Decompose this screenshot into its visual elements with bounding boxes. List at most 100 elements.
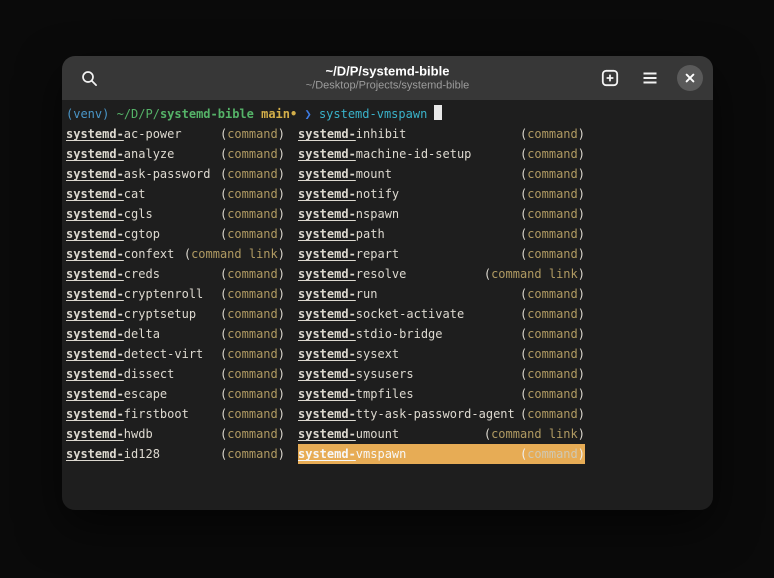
venv-indicator: (venv) [66,107,109,121]
completion-annotation-word: command [527,207,578,221]
completion-item-systemd-ask-password[interactable]: systemd-ask-password(command) [66,164,285,184]
completion-item-systemd-stdio-bridge[interactable]: systemd-stdio-bridge(command) [298,324,585,344]
completion-item-systemd-cryptenroll[interactable]: systemd-cryptenroll(command) [66,284,285,304]
completion-item-systemd-sysext[interactable]: systemd-sysext (command) [298,344,585,364]
completion-annotation-word: command [227,307,278,321]
completion-annotation: (command) [520,384,585,404]
completion-name: systemd-tmpfiles [298,384,414,404]
completion-item-systemd-machine-id-setup[interactable]: systemd-machine-id-setup(command) [298,144,585,164]
completion-annotation-word: command [227,227,278,241]
completion-item-systemd-creds[interactable]: systemd-creds(command) [66,264,285,284]
completion-prefix: systemd- [298,187,356,201]
menu-button[interactable] [633,61,667,95]
completion-name: systemd-machine-id-setup [298,144,471,164]
completion-annotation-word: command [527,327,578,341]
completion-prefix: systemd- [298,387,356,401]
completion-item-systemd-repart[interactable]: systemd-repart(command) [298,244,585,264]
completion-item-systemd-socket-activate[interactable]: systemd-socket-activate(command) [298,304,585,324]
completion-annotation-word: command link [491,427,578,441]
completion-name: systemd-nspawn [298,204,399,224]
completion-prefix: systemd- [66,287,124,301]
new-tab-icon [601,69,619,87]
completion-annotation-word: command [527,407,578,421]
completion-item-systemd-inhibit[interactable]: systemd-inhibit(command) [298,124,585,144]
terminal-content[interactable]: (venv) ~/D/P/systemd-bible main• ❯ syste… [62,100,713,510]
completion-annotation-word: command [227,367,278,381]
completion-annotation: (command) [520,284,585,304]
completion-item-systemd-path[interactable]: systemd-path(command) [298,224,585,244]
completion-name: systemd-notify [298,184,399,204]
completion-item-systemd-firstboot[interactable]: systemd-firstboot(command) [66,404,285,424]
completion-annotation: (command) [220,304,285,324]
completion-prefix: systemd- [66,247,124,261]
completion-annotation: (command) [520,344,585,364]
completion-annotation: (command link) [184,244,285,264]
completion-prefix: systemd- [66,207,124,221]
completion-annotation: (command) [520,444,585,464]
completion-item-systemd-cat[interactable]: systemd-cat(command) [66,184,285,204]
completion-prefix: systemd- [298,327,356,341]
completion-name: systemd-resolve [298,264,406,284]
completion-name: systemd-sysext [298,344,399,364]
completion-item-systemd-mount[interactable]: systemd-mount(command) [298,164,585,184]
completion-item-systemd-resolve[interactable]: systemd-resolve(command link) [298,264,585,284]
completion-item-systemd-run[interactable]: systemd-run (command) [298,284,585,304]
completion-name: systemd-run [298,284,377,304]
completion-annotation-word: command [527,287,578,301]
completion-annotation: (command) [220,384,285,404]
completion-annotation: (command) [220,364,285,384]
completion-name: systemd-confext [66,244,174,264]
completion-name: systemd-repart [298,244,399,264]
completion-name: systemd-cryptenroll [66,284,203,304]
completion-item-systemd-notify[interactable]: systemd-notify(command) [298,184,585,204]
completion-name: systemd-cgls [66,204,153,224]
completion-item-systemd-detect-virt[interactable]: systemd-detect-virt(command) [66,344,285,364]
completion-item-systemd-sysusers[interactable]: systemd-sysusers(command) [298,364,585,384]
window-subtitle: ~/Desktop/Projects/systemd-bible [306,80,470,93]
completion-prefix: systemd- [66,327,124,341]
completion-item-systemd-cgtop[interactable]: systemd-cgtop(command) [66,224,285,244]
close-button[interactable] [677,65,703,91]
completion-item-systemd-id128[interactable]: systemd-id128(command) [66,444,285,464]
completion-item-systemd-analyze[interactable]: systemd-analyze(command) [66,144,285,164]
completion-annotation-word: command [527,187,578,201]
git-branch: main• [261,107,297,121]
completion-prefix: systemd- [66,187,124,201]
completion-annotation-word: command [227,387,278,401]
completion-item-systemd-tty-ask-password-agent[interactable]: systemd-tty-ask-password-agent(command) [298,404,585,424]
completion-prefix: systemd- [66,387,124,401]
search-button[interactable] [72,61,106,95]
completion-name: systemd-dissect [66,364,174,384]
completion-item-systemd-cgls[interactable]: systemd-cgls(command) [66,204,285,224]
completion-item-systemd-cryptsetup[interactable]: systemd-cryptsetup(command) [66,304,285,324]
desktop: { "titlebar": { "title": "~/D/P/systemd-… [0,0,774,578]
completion-prefix: systemd- [66,347,124,361]
completion-annotation-word: command [527,347,578,361]
completion-annotation: (command) [520,224,585,244]
completion-item-systemd-nspawn[interactable]: systemd-nspawn(command) [298,204,585,224]
completion-prefix: systemd- [298,427,356,441]
titlebar-actions [593,61,703,95]
completion-name: systemd-id128 [66,444,160,464]
completion-item-systemd-dissect[interactable]: systemd-dissect (command) [66,364,285,384]
completion-column-right: systemd-inhibit(command)systemd-machine-… [298,124,585,464]
completion-prefix: systemd- [298,247,356,261]
completion-prefix: systemd- [298,227,356,241]
completion-name: systemd-sysusers [298,364,414,384]
completion-prefix: systemd- [298,447,356,461]
completion-item-systemd-hwdb[interactable]: systemd-hwdb(command) [66,424,285,444]
completion-item-systemd-tmpfiles[interactable]: systemd-tmpfiles (command) [298,384,585,404]
completion-item-systemd-umount[interactable]: systemd-umount(command link) [298,424,585,444]
completion-prefix: systemd- [298,167,356,181]
completion-item-systemd-delta[interactable]: systemd-delta(command) [66,324,285,344]
completion-item-systemd-ac-power[interactable]: systemd-ac-power(command) [66,124,285,144]
completion-annotation-word: command [527,307,578,321]
completion-annotation: (command) [220,264,285,284]
completion-prefix: systemd- [298,267,356,281]
completion-name: systemd-socket-activate [298,304,464,324]
completion-item-systemd-confext[interactable]: systemd-confext (command link) [66,244,285,264]
completion-prefix: systemd- [66,127,124,141]
completion-item-systemd-escape[interactable]: systemd-escape(command) [66,384,285,404]
new-tab-button[interactable] [593,61,627,95]
completion-item-systemd-vmspawn[interactable]: systemd-vmspawn(command) [298,444,585,464]
